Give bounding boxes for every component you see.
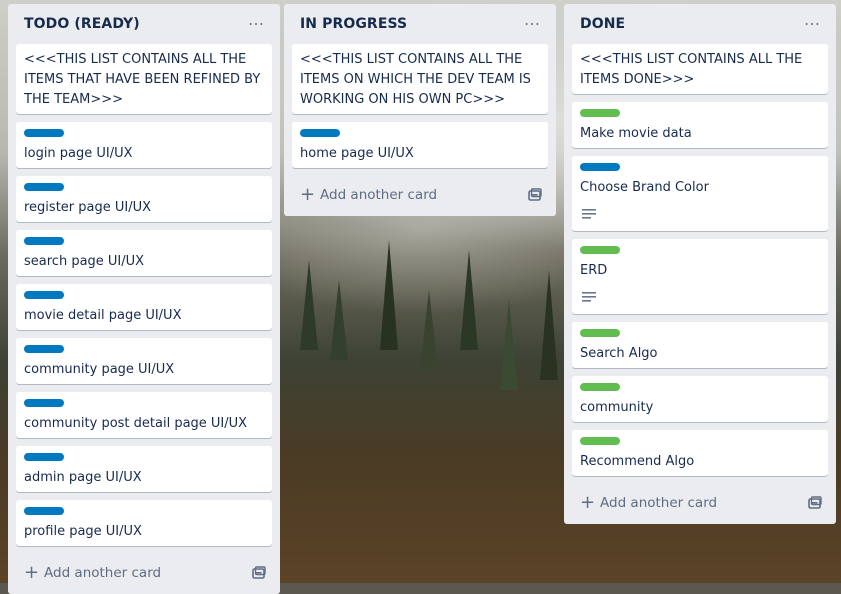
card-label-blue[interactable] [24, 129, 64, 137]
card-label-green[interactable] [580, 109, 620, 117]
list-1: TODO (READY) … <<<THIS LIST CONTAINS ALL T… [8, 4, 280, 594]
add-card-button[interactable]: + Add another card [292, 176, 548, 216]
add-card-label: Add another card [600, 495, 718, 511]
card-title: ERD [580, 263, 608, 278]
description-icon [582, 204, 820, 223]
card[interactable]: ERD [572, 239, 828, 314]
list-title[interactable]: DONE [580, 16, 625, 32]
add-card-button[interactable]: + Add another card [572, 484, 828, 524]
card[interactable]: register page UI/UX [16, 176, 272, 222]
card-title: community [580, 400, 654, 415]
card[interactable]: login page UI/UX [16, 122, 272, 168]
list-header: IN PROGRESS … [292, 4, 548, 44]
ellipsis-icon[interactable]: … [800, 12, 824, 34]
card-title: register page UI/UX [24, 200, 152, 215]
card-template-icon[interactable] [808, 496, 822, 514]
card-title: movie detail page UI/UX [24, 308, 182, 323]
list-2: IN PROGRESS … <<<THIS LIST CONTAINS ALL TH… [284, 4, 556, 216]
add-card-label: Add another card [320, 187, 438, 203]
card-title: <<<THIS LIST CONTAINS ALL THE ITEMS DONE… [580, 52, 803, 87]
card-label-blue[interactable] [24, 291, 64, 299]
card-label-blue[interactable] [580, 163, 620, 171]
card[interactable]: home page UI/UX [292, 122, 548, 168]
card-title: Recommend Algo [580, 454, 695, 469]
card-template-icon[interactable] [528, 188, 542, 206]
card-title: <<<THIS LIST CONTAINS ALL THE ITEMS ON W… [300, 52, 531, 107]
card-title: Choose Brand Color [580, 180, 709, 195]
plus-icon: + [24, 562, 40, 583]
add-card-label: Add another card [44, 565, 162, 581]
card[interactable]: admin page UI/UX [16, 446, 272, 492]
card-title: search page UI/UX [24, 254, 145, 269]
card-label-blue[interactable] [24, 183, 64, 191]
list-header: TODO (READY) … [16, 4, 272, 44]
card-title: community page UI/UX [24, 362, 175, 377]
card[interactable]: movie detail page UI/UX [16, 284, 272, 330]
card-label-blue[interactable] [24, 507, 64, 515]
card-label-green[interactable] [580, 383, 620, 391]
card-title: Make movie data [580, 126, 692, 141]
card-label-blue[interactable] [24, 399, 64, 407]
ellipsis-icon[interactable]: … [244, 12, 268, 34]
card-title: <<<THIS LIST CONTAINS ALL THE ITEMS THAT… [24, 52, 261, 107]
card-template-icon[interactable] [252, 566, 266, 584]
card[interactable]: search page UI/UX [16, 230, 272, 276]
card[interactable]: Make movie data [572, 102, 828, 148]
card-title: login page UI/UX [24, 146, 133, 161]
plus-icon: + [300, 184, 316, 205]
add-card-button[interactable]: + Add another card [16, 554, 272, 594]
board: TODO (READY) … <<<THIS LIST CONTAINS ALL T… [0, 0, 841, 594]
card[interactable]: community [572, 376, 828, 422]
list-title[interactable]: IN PROGRESS [300, 16, 407, 32]
card-title: Search Algo [580, 346, 658, 361]
card[interactable]: <<<THIS LIST CONTAINS ALL THE ITEMS THAT… [16, 44, 272, 114]
plus-icon: + [580, 492, 596, 513]
card[interactable]: <<<THIS LIST CONTAINS ALL THE ITEMS ON W… [292, 44, 548, 114]
card-label-blue[interactable] [24, 237, 64, 245]
card[interactable]: community page UI/UX [16, 338, 272, 384]
ellipsis-icon[interactable]: … [520, 12, 544, 34]
card-title: admin page UI/UX [24, 470, 142, 485]
description-icon [582, 287, 820, 306]
card-title: home page UI/UX [300, 146, 414, 161]
card-label-blue[interactable] [24, 345, 64, 353]
card[interactable]: Recommend Algo [572, 430, 828, 476]
card[interactable]: Search Algo [572, 322, 828, 368]
card[interactable]: Choose Brand Color [572, 156, 828, 231]
card[interactable]: <<<THIS LIST CONTAINS ALL THE ITEMS DONE… [572, 44, 828, 94]
card-label-green[interactable] [580, 437, 620, 445]
list-title[interactable]: TODO (READY) [24, 16, 140, 32]
card-label-green[interactable] [580, 246, 620, 254]
card-title: community post detail page UI/UX [24, 416, 248, 431]
card[interactable]: community post detail page UI/UX [16, 392, 272, 438]
card-label-blue[interactable] [24, 453, 64, 461]
card-label-green[interactable] [580, 329, 620, 337]
card[interactable]: profile page UI/UX [16, 500, 272, 546]
list-header: DONE … [572, 4, 828, 44]
list-3: DONE … <<<THIS LIST CONTAINS ALL THE ITEMS… [564, 4, 836, 524]
card-title: profile page UI/UX [24, 524, 142, 539]
card-label-blue[interactable] [300, 129, 340, 137]
